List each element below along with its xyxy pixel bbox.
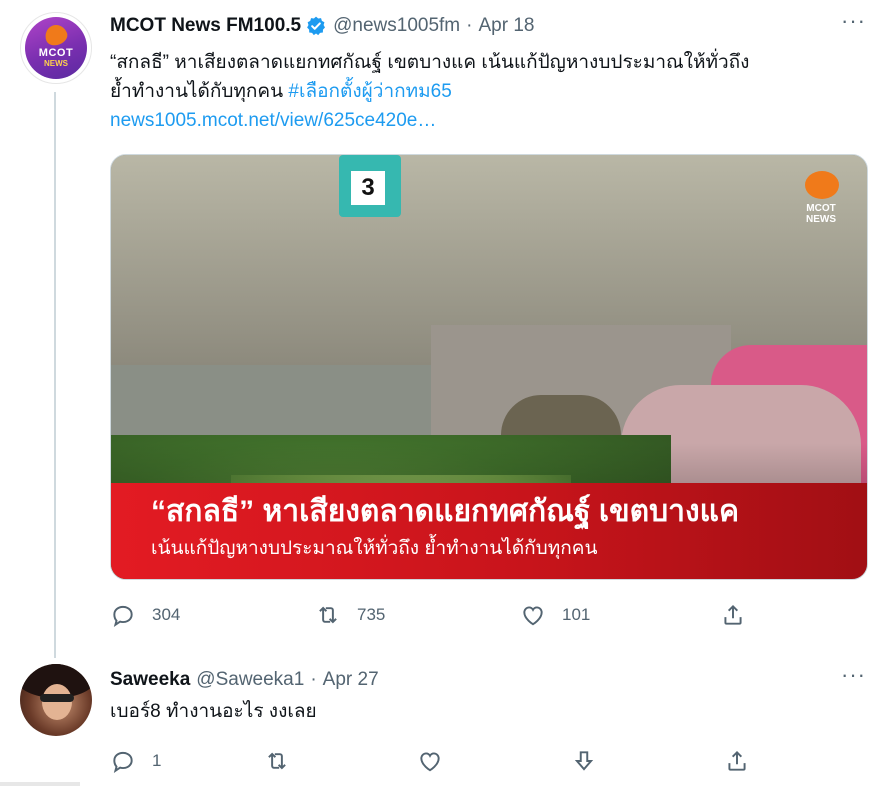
tweet-header: MCOT News FM100.5 @news1005fm · Apr 18	[110, 12, 865, 40]
avatar-sunglasses	[40, 694, 74, 702]
author-name[interactable]: MCOT News FM100.5	[110, 15, 301, 37]
retweet-button[interactable]: 735	[315, 602, 520, 628]
reply-author-name[interactable]: Saweeka	[110, 669, 190, 691]
avatar-logo: MCOT NEWS	[25, 17, 87, 79]
flame-logo-icon	[42, 21, 70, 49]
downvote-icon	[574, 751, 593, 771]
tweet-media-image[interactable]: 3 MCOT NEWS “สกลธี” หาเสียงตลาดแยกทศกัณฐ์…	[110, 154, 868, 580]
header-separator: ·	[466, 15, 473, 36]
reply-text: เบอร์8 ทำงานอะไร งงเลย	[110, 701, 317, 722]
retweet-icon	[319, 606, 337, 624]
author-handle[interactable]: @news1005fm	[333, 15, 460, 37]
reply-header-separator: ·	[310, 669, 317, 690]
reply-icon	[113, 751, 133, 773]
reply-header: Saweeka @Saweeka1 · Apr 27	[110, 666, 865, 694]
banner-shadow	[111, 443, 867, 483]
mcot-logo-text: MCOT NEWS	[793, 203, 849, 225]
mcot-logo-line: MCOT	[806, 203, 836, 214]
share-button[interactable]	[724, 748, 750, 774]
reply-button[interactable]: 304	[110, 602, 315, 628]
tweet-actions: 304 735 101	[110, 600, 750, 630]
downvote-button[interactable]	[571, 748, 725, 774]
banner-subtitle: เน้นแก้ปัญหางบประมาณให้ทั่วถึง ย้ำทำงานไ…	[151, 538, 598, 559]
reply-count: 304	[152, 605, 181, 624]
like-icon	[420, 752, 440, 772]
tweet-text-line: ย้ำทำงานได้กับทุกคน #เลือกตั้งผู้ว่ากทม6…	[110, 77, 865, 106]
reply-body: Saweeka @Saweeka1 · Apr 27 ··· เบอร์8 ทำ…	[110, 664, 865, 726]
share-button[interactable]	[720, 602, 746, 628]
reply-actions: 1	[110, 746, 750, 776]
tweet-body: MCOT News FM100.5 @news1005fm · Apr 18 ·…	[110, 10, 865, 135]
tweet-text-line: “สกลธี” หาเสียงตลาดแยกทศกัณฐ์ เขตบางแค เ…	[110, 52, 750, 73]
avatar-face	[42, 684, 72, 720]
reply-author-handle[interactable]: @Saweeka1	[196, 669, 304, 691]
share-icon	[724, 604, 742, 625]
thread-connector-line	[54, 92, 56, 658]
author-avatar[interactable]: MCOT NEWS	[20, 12, 92, 84]
retweet-count: 735	[357, 605, 386, 624]
more-icon[interactable]: ···	[841, 10, 865, 36]
verified-badge-icon	[307, 16, 326, 36]
tweet-text: “สกลธี” หาเสียงตลาดแยกทศกัณฐ์ เขตบางแค เ…	[110, 48, 865, 135]
tweet-text-plain: ย้ำทำงานได้กับทุกคน	[110, 81, 289, 102]
like-button[interactable]	[417, 748, 571, 774]
scroll-edge	[0, 782, 80, 786]
banner-title: “สกลธี” หาเสียงตลาดแยกทศกัณฐ์ เขตบางแค	[151, 495, 740, 528]
tweet-date[interactable]: Apr 18	[478, 15, 534, 37]
mcot-logo-line: NEWS	[806, 214, 836, 225]
like-icon	[523, 606, 543, 626]
reply-author-avatar[interactable]	[20, 664, 92, 736]
mcot-logo-icon	[805, 171, 839, 199]
reply-button[interactable]: 1	[110, 748, 264, 774]
url-link[interactable]: news1005.mcot.net/view/625ce420e…	[110, 106, 865, 135]
more-icon[interactable]: ···	[841, 664, 865, 690]
reply-count: 1	[152, 751, 162, 770]
retweet-icon	[267, 752, 286, 770]
campaign-sign-number: 3	[351, 171, 385, 205]
like-button[interactable]: 101	[520, 602, 720, 628]
reply-icon	[113, 605, 133, 627]
avatar-logo-subtext: NEWS	[44, 59, 68, 68]
share-icon	[728, 750, 746, 771]
like-count: 101	[562, 605, 591, 624]
hashtag-link[interactable]: #เลือกตั้งผู้ว่ากทม65	[288, 81, 451, 102]
retweet-button[interactable]	[264, 748, 418, 774]
reply-date[interactable]: Apr 27	[323, 669, 379, 691]
avatar-logo-text: MCOT	[38, 47, 74, 59]
